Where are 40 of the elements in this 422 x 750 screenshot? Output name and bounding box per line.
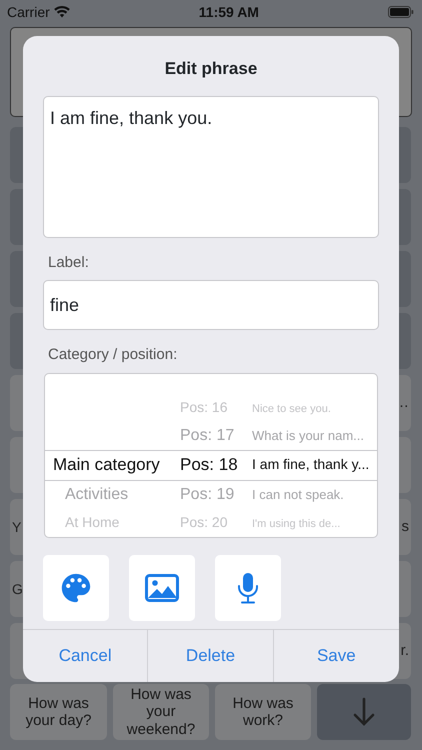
picker-option[interactable]: At Home	[53, 514, 120, 530]
picker-option[interactable]: Pos: 18	[180, 455, 238, 474]
image-icon	[145, 574, 179, 602]
picker-option[interactable]: Pos: 16	[180, 398, 228, 414]
picker-option[interactable]: Activities	[53, 486, 128, 502]
scroll-down-button[interactable]	[317, 684, 411, 740]
field-caption: Category / position:	[48, 345, 178, 365]
category-picker[interactable]: Pos: 16 Nice to see you. Pos: 17 What is your nam... Main category Pos: 18 I am fine, thank y... Activities Pos: 19 I can not speak. At Home Pos: 20 I'm using this de...	[44, 372, 378, 538]
wifi-icon	[54, 6, 70, 18]
dialog-button[interactable]: Cancel	[23, 630, 148, 682]
palette-button[interactable]	[43, 554, 109, 620]
picker-option[interactable]: I am fine, thank y...	[252, 456, 370, 472]
phrase-tile[interactable]: How was work?	[215, 684, 311, 740]
field-caption: Label:	[48, 252, 90, 272]
phrase-tile[interactable]: How was your day?	[10, 684, 107, 740]
tile-text: Y	[12, 518, 22, 536]
picker-option[interactable]: I can not speak.	[252, 486, 344, 502]
microphone-button[interactable]	[215, 554, 281, 620]
picker-option[interactable]: Main category	[53, 455, 160, 474]
picker-option[interactable]: What is your nam...	[252, 428, 364, 442]
tile-text: r.	[400, 640, 409, 661]
label-field[interactable]: fine	[43, 280, 379, 330]
dialog-button[interactable]: Save	[274, 630, 399, 682]
microphone-icon	[237, 572, 259, 604]
status-time: 11:59 AM	[198, 2, 259, 22]
down-arrow-icon	[353, 697, 375, 727]
picker-option[interactable]: Pos: 20	[180, 514, 228, 530]
picker-option[interactable]: Pos: 17	[180, 426, 234, 444]
tile-text: s	[402, 516, 409, 537]
carrier-name: Carrier	[7, 2, 50, 22]
picker-option[interactable]: I'm using this de...	[252, 518, 340, 530]
picker-option[interactable]: Pos: 19	[180, 486, 234, 502]
image-button[interactable]	[129, 554, 195, 620]
dialog-button[interactable]: Delete	[148, 630, 274, 682]
picker-option[interactable]: Nice to see you.	[252, 402, 331, 414]
phrase-field[interactable]: I am fine, thank you.	[43, 96, 379, 238]
phrase-tile[interactable]: How was your weekend?	[113, 684, 209, 740]
dialog-title: Edit phrase	[164, 58, 258, 80]
battery-icon	[388, 6, 414, 18]
tile-text: G	[12, 580, 23, 598]
